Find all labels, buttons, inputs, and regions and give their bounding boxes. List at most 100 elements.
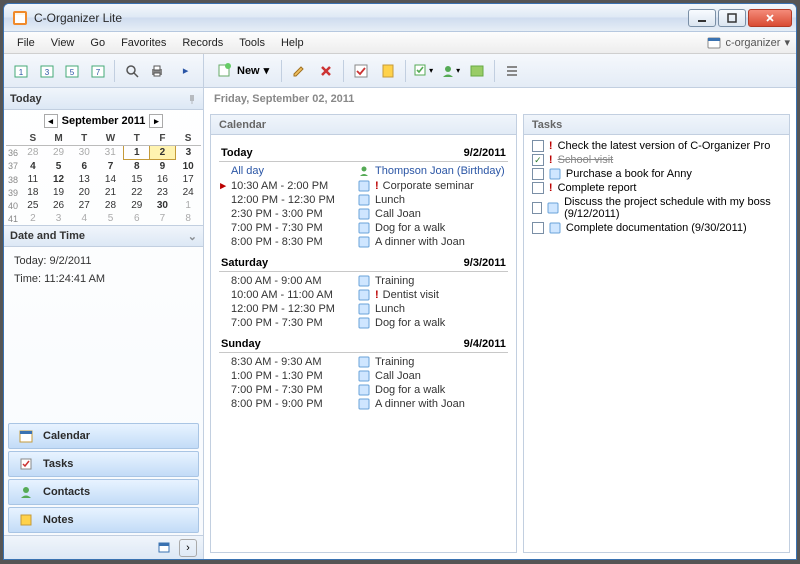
task-row[interactable]: ! Check the latest version of C-Organize… — [532, 139, 781, 153]
calendar-day[interactable]: 9 — [150, 160, 176, 174]
calendar-day[interactable]: 22 — [124, 186, 150, 199]
calendar-day[interactable]: 4 — [71, 212, 97, 225]
calendar-day[interactable]: 5 — [97, 212, 124, 225]
category-button[interactable] — [465, 59, 489, 83]
minimize-button[interactable] — [688, 9, 716, 27]
task-checkbox[interactable] — [532, 202, 542, 214]
calendar-day[interactable]: 12 — [46, 173, 72, 186]
event-row[interactable]: 7:00 PM - 7:30 PM Dog for a walk — [219, 316, 508, 330]
view-5day-button[interactable]: 5 — [61, 59, 84, 83]
menu-favorites[interactable]: Favorites — [114, 35, 173, 51]
complete-button[interactable] — [349, 59, 373, 83]
calendar-day[interactable]: 28 — [20, 146, 46, 160]
view-3day-button[interactable]: 3 — [36, 59, 59, 83]
calendar-day[interactable]: 31 — [97, 146, 124, 160]
calendar-day[interactable]: 14 — [97, 173, 124, 186]
calendar-day[interactable]: 29 — [124, 199, 150, 212]
task-row[interactable]: Discuss the project schedule with my bos… — [532, 195, 781, 221]
menu-help[interactable]: Help — [274, 35, 311, 51]
toolbar-overflow-button[interactable]: ▸ — [174, 59, 197, 83]
nav-calendar[interactable]: Calendar — [8, 423, 199, 449]
pin-icon[interactable] — [187, 94, 197, 104]
calendar-day[interactable]: 21 — [97, 186, 124, 199]
delete-button[interactable] — [314, 59, 338, 83]
calendar-day[interactable]: 3 — [46, 212, 72, 225]
calendar-day[interactable]: 27 — [71, 199, 97, 212]
calendar-day[interactable]: 11 — [20, 173, 46, 186]
event-row[interactable]: 7:00 PM - 7:30 PM Dog for a walk — [219, 383, 508, 397]
search-button[interactable] — [120, 59, 143, 83]
new-button[interactable]: New ▾ — [210, 59, 276, 83]
calendar-day[interactable]: 18 — [20, 186, 46, 199]
calendar-day[interactable]: 6 — [124, 212, 150, 225]
event-row[interactable]: 8:00 PM - 9:00 PM A dinner with Joan — [219, 397, 508, 411]
contact-dropdown-button[interactable]: ▾ — [438, 59, 462, 83]
calendar-day[interactable]: 13 — [71, 173, 97, 186]
event-row[interactable]: 8:30 AM - 9:30 AM Training — [219, 355, 508, 369]
calendar-day[interactable]: 30 — [71, 146, 97, 160]
calendar-day[interactable]: 26 — [46, 199, 72, 212]
task-checkbox[interactable] — [532, 182, 544, 194]
maximize-button[interactable] — [718, 9, 746, 27]
view-1day-button[interactable]: 1 — [10, 59, 33, 83]
task-checkbox[interactable] — [532, 168, 544, 180]
menu-view[interactable]: View — [44, 35, 82, 51]
calendar-day[interactable]: 4 — [20, 160, 46, 174]
event-row[interactable]: 12:00 PM - 12:30 PM Lunch — [219, 302, 508, 316]
calendar-day[interactable]: 6 — [71, 160, 97, 174]
calendar-day[interactable]: 20 — [71, 186, 97, 199]
task-checkbox[interactable] — [532, 222, 544, 234]
task-row[interactable]: ✓! School visit — [532, 153, 781, 167]
check-dropdown-button[interactable]: ▾ — [411, 59, 435, 83]
calendar-day[interactable]: 5 — [46, 160, 72, 174]
calendar-day[interactable]: 2 — [20, 212, 46, 225]
calendar-day[interactable]: 17 — [175, 173, 201, 186]
calendar-day[interactable]: 19 — [46, 186, 72, 199]
calendar-day[interactable]: 28 — [97, 199, 124, 212]
list-view-button[interactable] — [500, 59, 524, 83]
calendar-day[interactable]: 8 — [175, 212, 201, 225]
calendar-day[interactable]: 23 — [150, 186, 176, 199]
calendar-day[interactable]: 8 — [124, 160, 150, 174]
calendar-day[interactable]: 25 — [20, 199, 46, 212]
task-row[interactable]: ! Complete report — [532, 181, 781, 195]
calendar-day[interactable]: 15 — [124, 173, 150, 186]
nav-notes[interactable]: Notes — [8, 507, 199, 533]
calendar-day[interactable]: 3 — [175, 146, 201, 160]
nav-options-button[interactable] — [155, 539, 175, 557]
event-row[interactable]: 8:00 PM - 8:30 PM A dinner with Joan — [219, 235, 508, 249]
menu-records[interactable]: Records — [175, 35, 230, 51]
calendar-day[interactable]: 10 — [175, 160, 201, 174]
tasks-list[interactable]: ! Check the latest version of C-Organize… — [524, 135, 789, 552]
prev-month-button[interactable]: ◂ — [44, 114, 58, 128]
event-row[interactable]: 12:00 PM - 12:30 PM Lunch — [219, 193, 508, 207]
print-button[interactable] — [146, 59, 169, 83]
menu-go[interactable]: Go — [83, 35, 112, 51]
calendar-day[interactable]: 16 — [150, 173, 176, 186]
task-checkbox[interactable]: ✓ — [532, 154, 544, 166]
calendar-day[interactable]: 30 — [150, 199, 176, 212]
event-row[interactable]: 10:00 AM - 11:00 AM ! Dentist visit — [219, 288, 508, 302]
calendar-day[interactable]: 24 — [175, 186, 201, 199]
event-row[interactable]: 8:00 AM - 9:00 AM Training — [219, 274, 508, 288]
nav-more-button[interactable]: › — [179, 539, 197, 557]
calendar-day[interactable]: 7 — [150, 212, 176, 225]
next-month-button[interactable]: ▸ — [149, 114, 163, 128]
nav-contacts[interactable]: Contacts — [8, 479, 199, 505]
calendar-day[interactable]: 1 — [175, 199, 201, 212]
event-row[interactable]: ▸ 10:30 AM - 2:00 PM ! Corporate seminar — [219, 178, 508, 193]
menu-file[interactable]: File — [10, 35, 42, 51]
view-7day-button[interactable]: 7 — [87, 59, 110, 83]
calendar-day[interactable]: 2 — [150, 146, 176, 160]
nav-tasks[interactable]: Tasks — [8, 451, 199, 477]
calendar-day[interactable]: 7 — [97, 160, 124, 174]
edit-button[interactable] — [287, 59, 311, 83]
task-checkbox[interactable] — [532, 140, 544, 152]
event-row[interactable]: All day Thompson Joan (Birthday) — [219, 164, 508, 178]
branding-link[interactable]: c-organizer ▾ — [707, 36, 790, 50]
event-row[interactable]: 2:30 PM - 3:00 PM Call Joan — [219, 207, 508, 221]
task-row[interactable]: Complete documentation (9/30/2011) — [532, 221, 781, 235]
favorite-button[interactable] — [376, 59, 400, 83]
calendar-list[interactable]: Today9/2/2011 All day Thompson Joan (Bir… — [211, 135, 516, 552]
close-button[interactable] — [748, 9, 792, 27]
